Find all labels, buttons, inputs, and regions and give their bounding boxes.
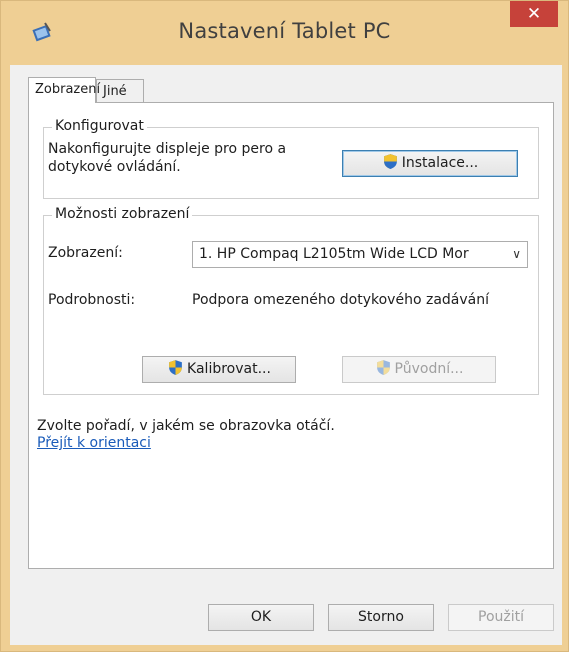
dialog-window: Nastavení Tablet PC ✕ Zobrazení Jiné Kon… [0,0,569,652]
configure-description-line2: dotykové ovládání. [48,159,181,175]
setup-button[interactable]: Instalace... [342,150,518,177]
close-button[interactable]: ✕ [510,1,558,27]
configure-group-title: Konfigurovat [52,118,147,134]
dialog-client-area: Zobrazení Jiné Konfigurovat Nakonfiguruj… [10,65,562,645]
setup-button-label: Instalace... [401,155,479,171]
display-select[interactable]: 1. HP Compaq L2105tm Wide LCD Mor ∨ [192,241,528,268]
configure-group: Konfigurovat Nakonfigurujte displeje pro… [43,118,539,199]
chevron-down-icon: ∨ [512,247,521,261]
display-options-group: Možnosti zobrazení Zobrazení: 1. HP Comp… [43,206,539,395]
calibrate-button-label: Kalibrovat... [187,361,271,377]
uac-shield-icon [383,154,397,169]
configure-description-line1: Nakonfigurujte displeje pro pero a [48,141,287,157]
close-icon: ✕ [526,4,542,24]
display-label: Zobrazení: [48,245,123,261]
tab-jine[interactable]: Jiné [96,79,144,103]
orientation-link[interactable]: Přejít k orientaci [37,435,151,451]
ok-button[interactable]: OK [208,604,314,631]
apply-button[interactable]: Použití [448,604,554,631]
window-title: Nastavení Tablet PC [178,19,391,43]
calibrate-button[interactable]: Kalibrovat... [142,356,296,383]
title-bar[interactable]: Nastavení Tablet PC ✕ [1,1,568,65]
reset-button-label: Původní... [394,361,464,377]
details-value: Podpora omezeného dotykového zadávání [192,292,489,308]
display-options-title: Možnosti zobrazení [52,206,193,222]
tab-panel: Konfigurovat Nakonfigurujte displeje pro… [28,102,554,569]
reset-button[interactable]: Původní... [342,356,496,383]
uac-shield-icon [376,360,390,375]
details-label: Podrobnosti: [48,292,136,308]
cancel-button[interactable]: Storno [328,604,434,631]
tab-zobrazeni[interactable]: Zobrazení [28,77,100,103]
orientation-text: Zvolte pořadí, v jakém se obrazovka otáč… [37,418,335,434]
uac-shield-icon [169,360,182,375]
display-select-value: 1. HP Compaq L2105tm Wide LCD Mor [199,246,469,262]
